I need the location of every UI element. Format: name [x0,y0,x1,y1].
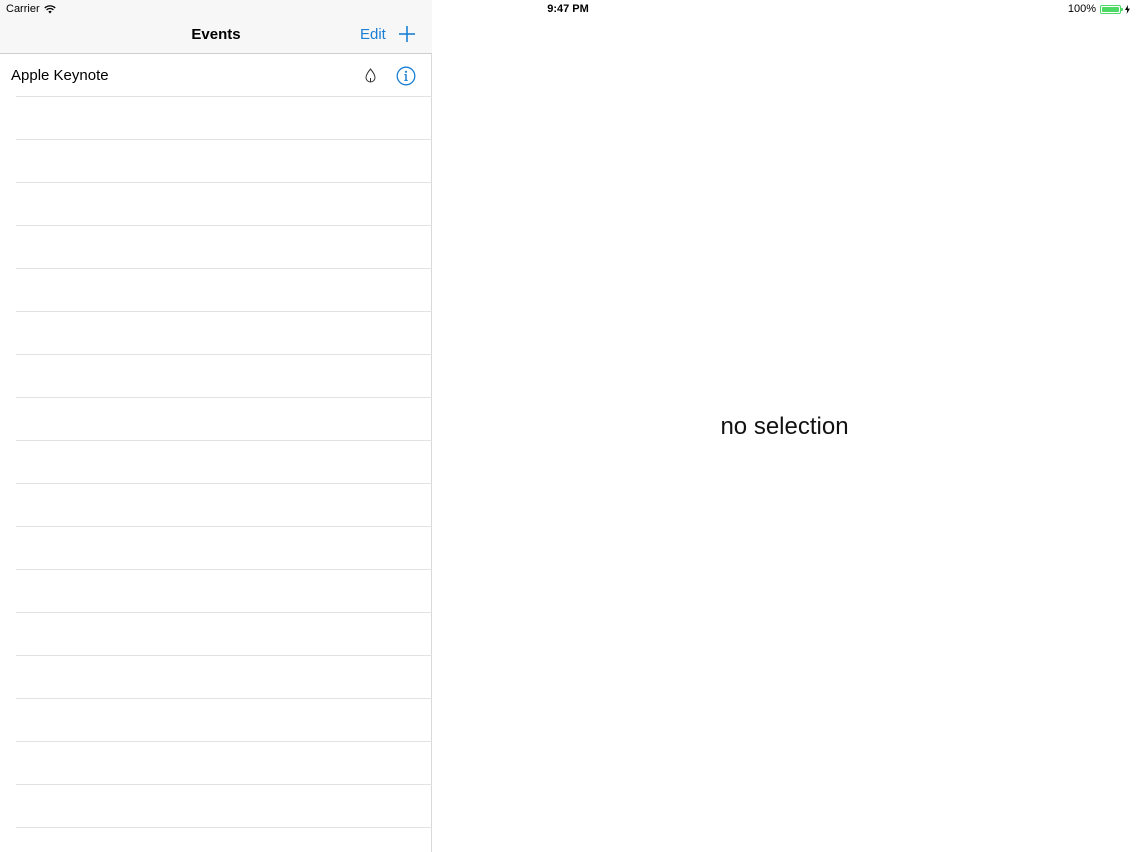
battery-icon [1100,4,1123,14]
empty-row [0,398,432,441]
empty-row [0,656,432,699]
drop-icon [365,68,376,83]
empty-row [0,441,432,484]
battery-percent: 100% [1067,3,1096,15]
empty-row [0,699,432,742]
no-selection-label: no selection [720,413,849,440]
empty-row [0,785,432,828]
detail-pane: no selection [433,0,1136,852]
row-separator [16,827,432,828]
event-title: Apple Keynote [11,67,109,84]
empty-row [0,269,432,312]
charging-bolt-icon [1125,4,1130,14]
empty-row [0,226,432,269]
empty-rows [0,97,432,828]
plus-icon[interactable] [398,25,416,43]
empty-row [0,183,432,226]
status-bar: Carrier 9:47 PM 100% [0,0,1136,18]
empty-row [0,742,432,785]
events-table: Apple Keynote [0,54,432,852]
empty-row [0,613,432,656]
empty-row [0,570,432,613]
edit-button[interactable]: Edit [360,26,386,43]
empty-row [0,97,432,140]
event-row[interactable]: Apple Keynote [0,54,432,97]
battery-indicator: 100% [1068,3,1130,15]
empty-row [0,484,432,527]
info-icon[interactable] [396,66,416,86]
empty-row [0,355,432,398]
battery-fill [1102,6,1119,12]
app-screen: Events Edit Apple Keynote no selection C… [0,0,1136,852]
empty-row [0,527,432,570]
empty-row [0,312,432,355]
master-pane: Events Edit Apple Keynote [0,0,432,852]
clock: 9:47 PM [547,3,589,15]
empty-row [0,140,432,183]
